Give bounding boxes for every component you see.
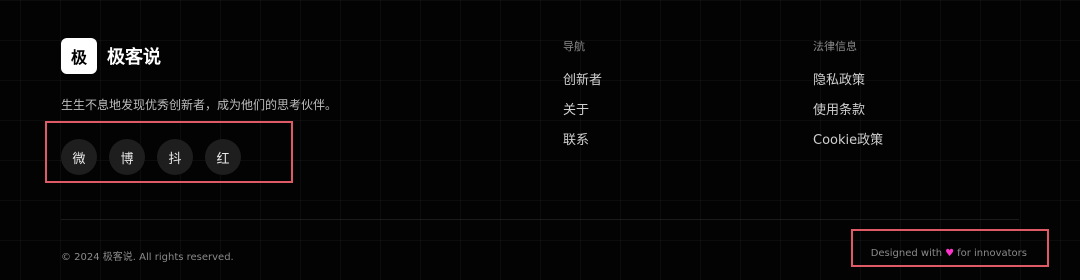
social-highlight-box: [45, 121, 293, 183]
legal-link-cookie[interactable]: Cookie政策: [813, 133, 883, 163]
legal-column-title: 法律信息: [813, 40, 857, 53]
legal-link-privacy[interactable]: 隐私政策: [813, 73, 883, 103]
legal-link-terms[interactable]: 使用条款: [813, 103, 883, 133]
credit-highlight-box: [851, 229, 1049, 267]
nav-link-contact[interactable]: 联系: [563, 133, 602, 163]
nav-column: 导航 创新者 关于 联系: [563, 38, 602, 163]
footer-divider: [61, 219, 1019, 220]
legal-column: 法律信息 隐私政策 使用条款 Cookie政策: [813, 38, 883, 163]
tagline: 生生不息地发现优秀创新者，成为他们的思考伙伴。: [61, 98, 338, 112]
footer-page: 极 极客说 生生不息地发现优秀创新者，成为他们的思考伙伴。 微 博 抖 红 导航…: [0, 0, 1080, 280]
nav-column-title: 导航: [563, 40, 585, 53]
nav-link-about[interactable]: 关于: [563, 103, 602, 133]
copyright: © 2024 极客说. All rights reserved.: [61, 252, 234, 263]
brand-logo: 极: [61, 38, 97, 74]
brand-name: 极客说: [107, 47, 161, 68]
nav-link-innovators[interactable]: 创新者: [563, 73, 602, 103]
brand[interactable]: 极 极客说: [61, 38, 161, 74]
